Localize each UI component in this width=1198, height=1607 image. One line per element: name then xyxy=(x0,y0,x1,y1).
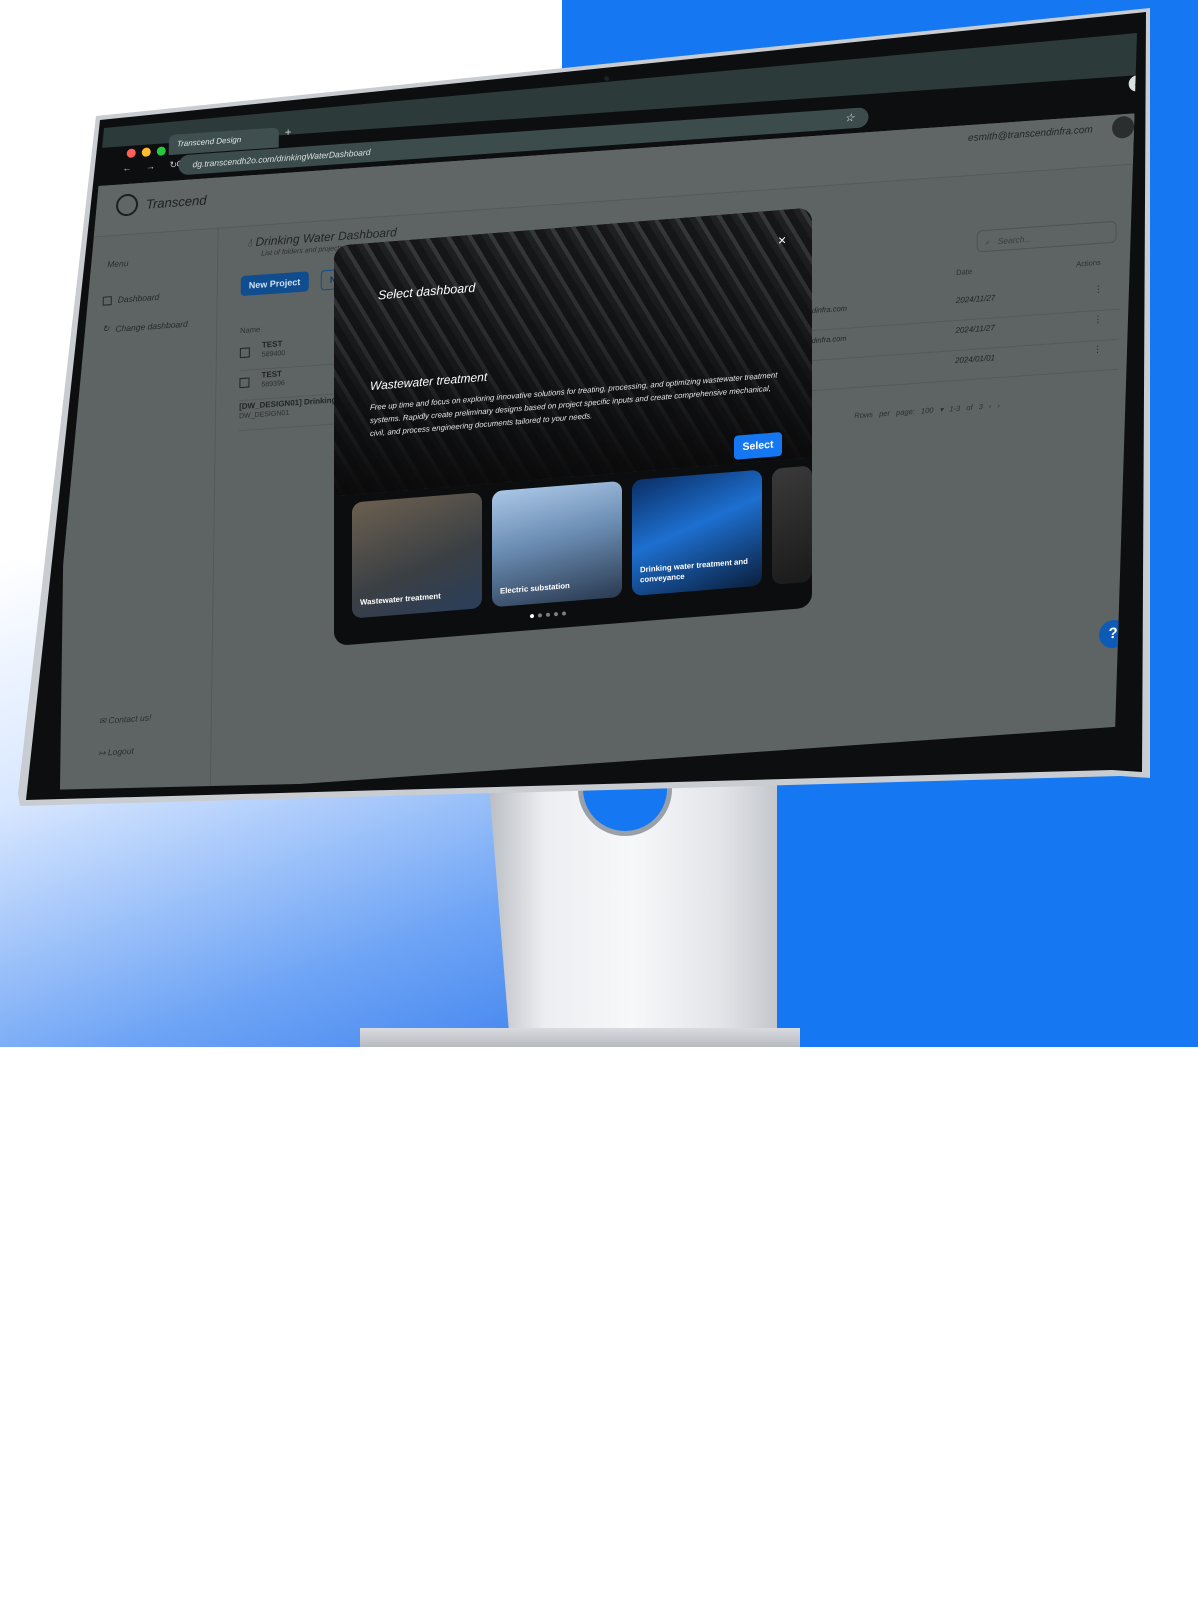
sidebar-item-change-dashboard[interactable]: ↻ Change dashboard xyxy=(102,318,188,335)
dashboard-card-drinking-water[interactable]: Drinking water treatment and conveyance xyxy=(632,469,762,597)
row-checkbox[interactable] xyxy=(239,347,250,359)
logo-icon xyxy=(115,193,139,217)
carousel-dot[interactable] xyxy=(538,613,542,618)
sidebar-menu-label: Menu xyxy=(107,257,129,270)
dashboard-icon xyxy=(102,295,112,306)
window-controls xyxy=(126,146,166,159)
dashboard-card-electric-substation[interactable]: Electric substation xyxy=(492,480,622,608)
row-date: 2024/01/01 xyxy=(954,353,996,366)
contour-pattern xyxy=(0,1321,620,1607)
logout-label: Logout xyxy=(107,745,134,758)
close-icon[interactable]: × xyxy=(778,232,786,249)
carousel-dot[interactable] xyxy=(530,613,534,619)
dashboard-card-partial[interactable] xyxy=(772,465,812,585)
prev-page-icon[interactable]: ‹ xyxy=(989,402,992,411)
sidebar-item-dashboard[interactable]: Dashboard xyxy=(102,291,160,306)
user-email: esmith@transcendinfra.com xyxy=(967,124,1093,145)
pagination: Rows per page: 100 ▾ 1-3 of 3 ‹ › xyxy=(854,401,1000,420)
column-header-date[interactable]: Date xyxy=(956,267,972,277)
row-actions-icon[interactable]: ⋮ xyxy=(1093,344,1102,356)
webcam xyxy=(604,76,609,81)
row-id: DW_DESIGN01 xyxy=(238,409,290,421)
contact-label: Contact us! xyxy=(108,712,152,726)
carousel-dot[interactable] xyxy=(554,611,558,617)
brand-logo[interactable]: Transcend xyxy=(115,188,207,217)
row-id: 589400 xyxy=(261,349,286,359)
rows-per-page-select[interactable]: 100 ▾ xyxy=(921,405,943,416)
search-input[interactable]: ⌕ Search... xyxy=(976,220,1117,253)
column-header-actions: Actions xyxy=(1076,257,1101,269)
select-button[interactable]: Select xyxy=(734,431,782,460)
contact-link[interactable]: ✉ Contact us! xyxy=(99,712,152,727)
brand-name: Transcend xyxy=(145,191,207,212)
new-tab-button[interactable]: + xyxy=(285,127,292,139)
carousel-indicator xyxy=(530,611,566,619)
row-checkbox[interactable] xyxy=(239,377,250,389)
carousel-dot[interactable] xyxy=(562,611,566,616)
row-id: 589396 xyxy=(261,379,285,389)
sidebar-item-label: Dashboard xyxy=(117,291,160,305)
minimize-window-icon[interactable] xyxy=(141,147,151,157)
avatar[interactable] xyxy=(1111,115,1135,140)
search-placeholder: Search... xyxy=(997,233,1032,247)
sidebar-item-label: Change dashboard xyxy=(115,318,188,334)
row-date: 2024/11/27 xyxy=(955,323,995,336)
card-label: Drinking water treatment and conveyance xyxy=(640,556,748,585)
maximize-window-icon[interactable] xyxy=(156,146,166,156)
page-range: 1-3 of 3 xyxy=(949,402,983,414)
logout-link[interactable]: ↦ Logout xyxy=(98,746,134,759)
row-actions-icon[interactable]: ⋮ xyxy=(1093,314,1102,326)
row-actions-icon[interactable]: ⋮ xyxy=(1094,284,1103,296)
bookmark-star-icon[interactable]: ☆ xyxy=(844,108,855,129)
card-label: Electric substation xyxy=(500,581,570,596)
rows-per-page-label: Rows per page: xyxy=(854,406,915,421)
dashboard-card-wastewater[interactable]: Wastewater treatment xyxy=(352,492,482,619)
carousel-dot[interactable] xyxy=(546,612,550,617)
new-project-button[interactable]: New Project xyxy=(240,271,309,297)
card-label: Wastewater treatment xyxy=(360,591,441,607)
browser-nav-buttons[interactable]: ← → ↻ xyxy=(122,159,184,174)
select-dashboard-modal: Select dashboard × Wastewater treatment … xyxy=(334,207,812,647)
column-header-name[interactable]: Name xyxy=(240,325,260,335)
row-name: TEST xyxy=(261,339,283,350)
close-window-icon[interactable] xyxy=(126,148,136,159)
next-page-icon[interactable]: › xyxy=(997,401,1000,410)
refresh-icon: ↻ xyxy=(102,323,110,334)
row-name: TEST xyxy=(261,369,283,380)
row-date: 2024/11/27 xyxy=(955,293,996,306)
monitor-stand-base xyxy=(360,1028,800,1047)
search-icon: ⌕ xyxy=(984,236,990,247)
